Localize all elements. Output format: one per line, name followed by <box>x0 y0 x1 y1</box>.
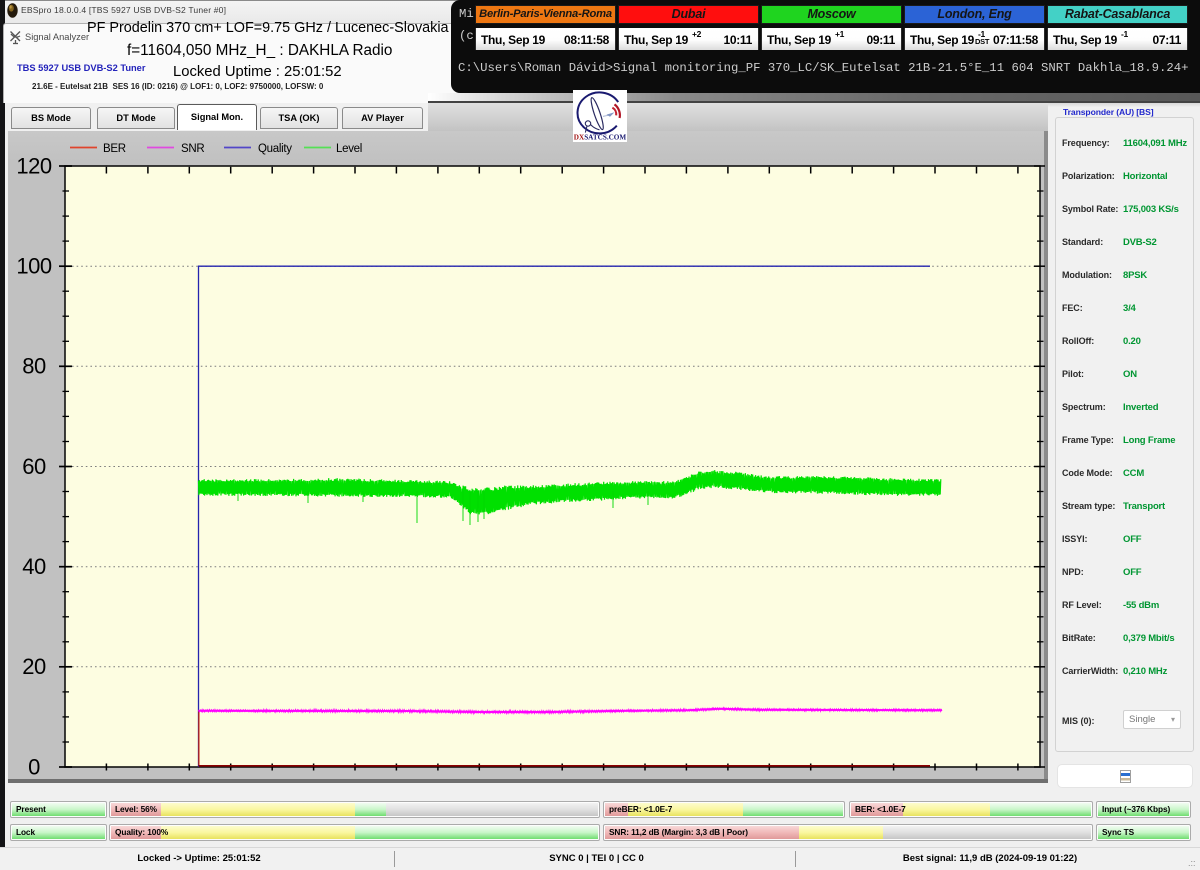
svg-text:Quality: Quality <box>258 143 292 155</box>
svg-text:0: 0 <box>28 754 40 779</box>
svg-text:Level: Level <box>336 143 362 155</box>
svg-text:120: 120 <box>16 153 51 178</box>
svg-text:40: 40 <box>22 554 46 579</box>
svg-text:100: 100 <box>16 254 51 279</box>
svg-text:BER: BER <box>103 143 126 155</box>
svg-text:80: 80 <box>22 354 46 379</box>
svg-text:SNR: SNR <box>181 143 204 155</box>
svg-text:DXSATCS.COM: DXSATCS.COM <box>574 134 627 142</box>
svg-text:60: 60 <box>22 454 46 479</box>
svg-text:20: 20 <box>22 654 46 679</box>
